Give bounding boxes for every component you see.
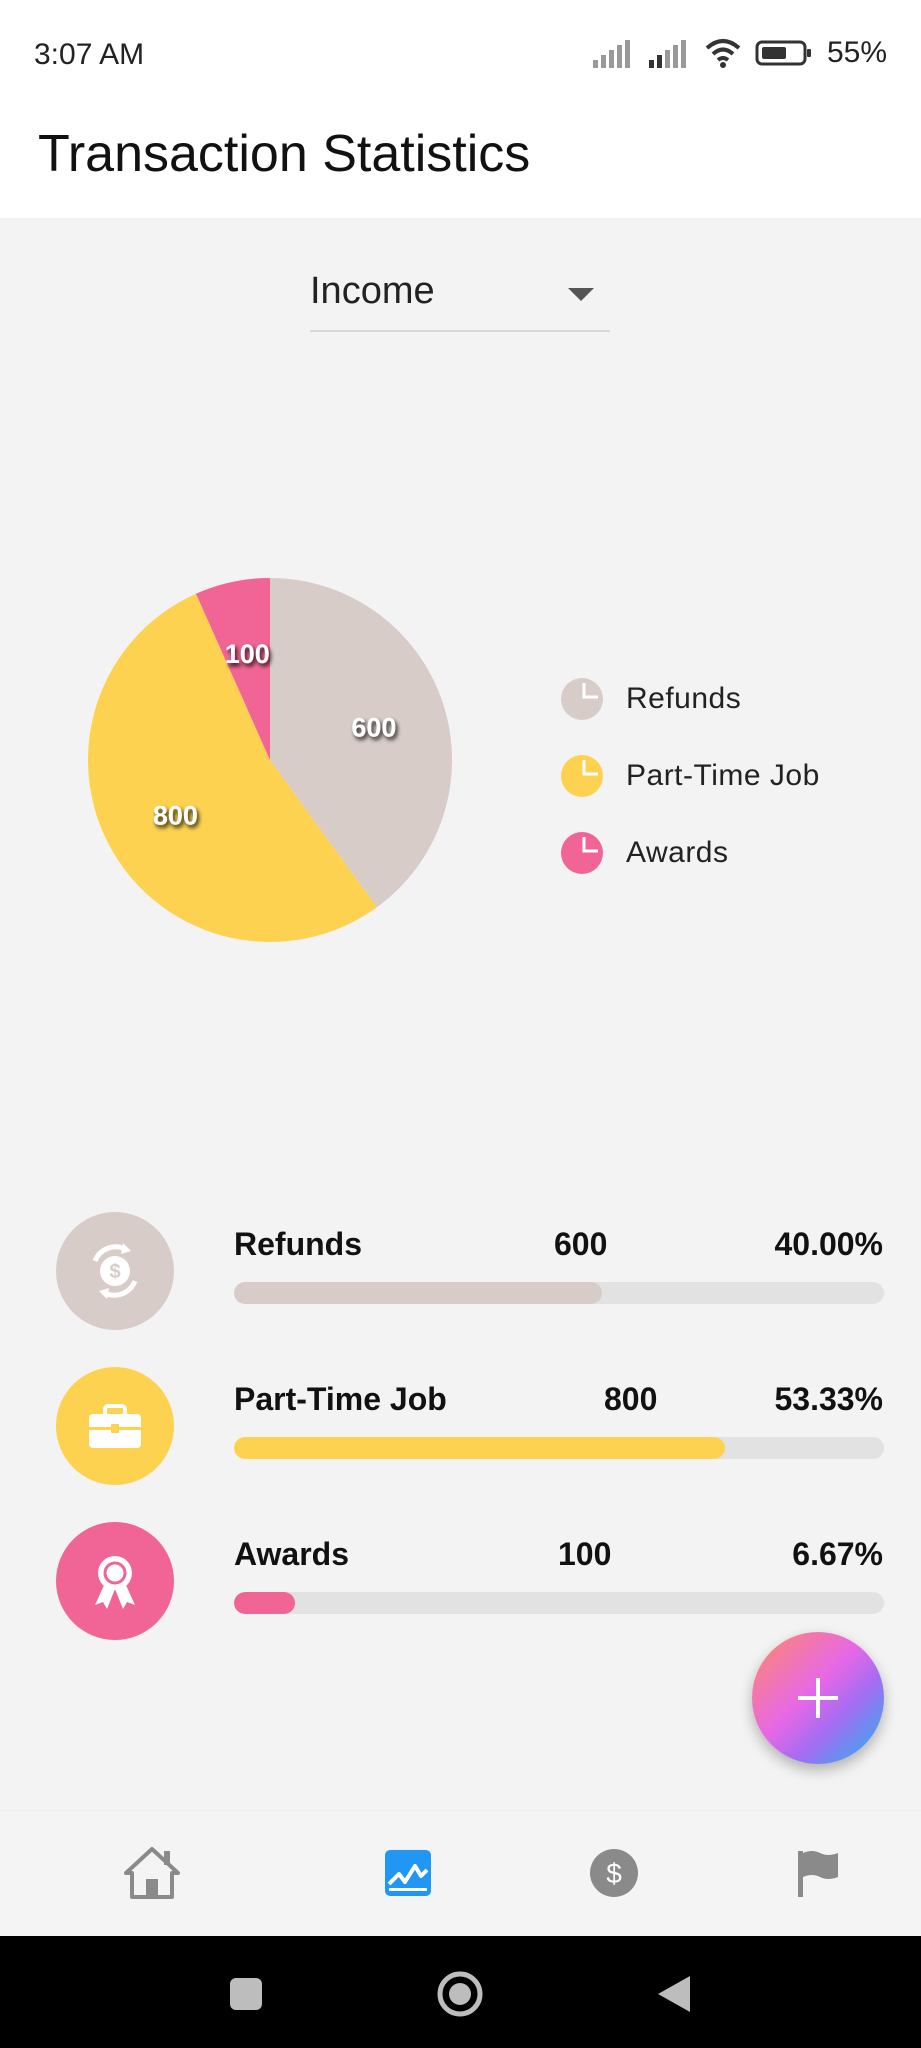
signal-icon [648,40,686,68]
add-transaction-button[interactable] [752,1632,884,1764]
stat-name: Awards [234,1536,350,1572]
recents-button[interactable] [218,1966,274,2022]
pie-slice-icon [561,754,603,797]
nav-item-home[interactable] [112,1833,192,1913]
dollar-icon: $ [590,1849,638,1897]
pie-chart: 600 800 100 [80,570,460,950]
dropdown-arrow-icon [568,288,594,301]
wifi-icon [705,39,741,68]
progress-fill [234,1437,726,1459]
status-bar: 3:07 AM 55% [0,0,921,112]
back-button[interactable] [646,1966,702,2022]
nav-item-transactions[interactable]: $ [574,1833,654,1913]
pie-data-label: 800 [153,801,198,831]
home-circle-icon [437,1971,483,2017]
plus-icon [798,1678,838,1718]
chart-icon [385,1850,431,1896]
progress-track [234,1282,884,1304]
award-icon [56,1522,174,1640]
legend-item-refunds: Refunds [560,660,820,737]
legend-item-awards: Awards [560,814,820,891]
type-dropdown[interactable]: Income [310,264,610,332]
home-icon [124,1847,180,1899]
progress-track [234,1437,884,1459]
stat-percent: 40.00% [774,1226,883,1262]
bottom-nav: $ [0,1810,921,1936]
system-nav-bar [0,1936,921,2048]
signal-icon [592,40,630,68]
system-home-button[interactable] [432,1966,488,2022]
chart-legend: Refunds Part-Time Job Awards [560,660,820,891]
battery-icon [755,40,811,66]
back-icon [658,1976,690,2012]
refund-icon: $ [56,1212,174,1330]
legend-label: Awards [626,835,729,869]
recents-icon [230,1978,262,2010]
nav-item-statistics[interactable] [368,1833,448,1913]
status-icons: 55% [592,36,887,70]
svg-text:$: $ [606,1858,622,1889]
stat-amount: 600 [554,1226,608,1262]
stat-amount: 100 [558,1536,612,1572]
stat-row-part-time-job[interactable]: Part-Time Job 800 53.33% [0,1367,921,1497]
pie-slice-icon [561,677,603,720]
dropdown-selected-value: Income [310,270,435,312]
flag-icon [798,1851,838,1897]
progress-fill [234,1592,296,1614]
app-bar: Transaction Statistics [0,112,921,218]
legend-item-part-time-job: Part-Time Job [560,737,820,814]
progress-track [234,1592,884,1614]
stat-row-awards[interactable]: Awards 100 6.67% [0,1522,921,1652]
legend-label: Part-Time Job [626,758,820,792]
briefcase-icon [56,1367,174,1485]
page-title: Transaction Statistics [38,125,531,183]
stat-name: Refunds [234,1226,362,1262]
stat-percent: 53.33% [774,1381,883,1417]
pie-chart-svg: 600 800 100 [88,578,453,942]
pie-slice-icon [561,831,603,874]
stat-percent: 6.67% [792,1536,883,1572]
battery-percent: 55% [826,36,887,69]
nav-item-goals[interactable] [778,1833,858,1913]
progress-fill [234,1282,603,1304]
pie-data-label: 600 [351,712,396,742]
pie-data-label: 100 [225,639,270,669]
stat-name: Part-Time Job [234,1381,447,1417]
status-time: 3:07 AM [34,38,145,71]
svg-text:$: $ [109,1261,120,1283]
stat-row-refunds[interactable]: $ Refunds 600 40.00% [0,1212,921,1342]
stat-amount: 800 [604,1381,658,1417]
legend-label: Refunds [626,681,742,715]
